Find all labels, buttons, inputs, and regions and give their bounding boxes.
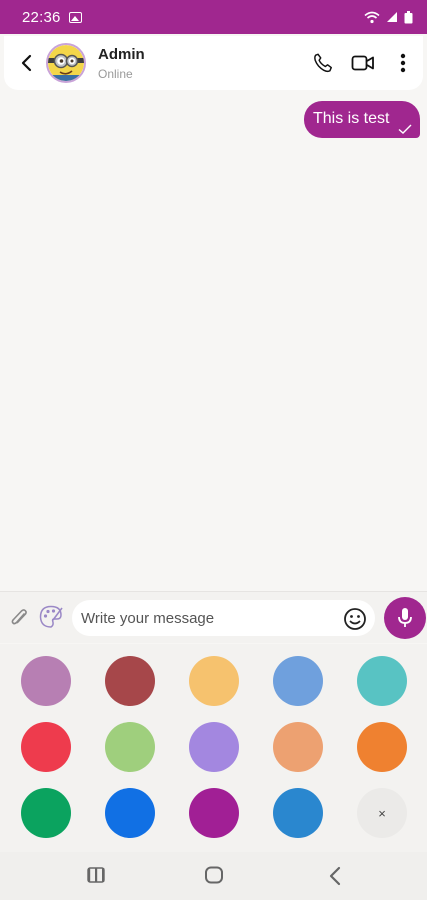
- video-call-button[interactable]: [343, 43, 383, 83]
- wifi-icon: [364, 11, 380, 23]
- back-arrow-icon: [21, 54, 32, 72]
- emoji-button[interactable]: [343, 607, 367, 636]
- status-time: 22:36: [22, 8, 61, 26]
- color-swatch[interactable]: [105, 656, 155, 706]
- contact-avatar[interactable]: [46, 43, 86, 83]
- message-composer: [0, 591, 427, 643]
- color-swatch[interactable]: [105, 788, 155, 838]
- close-icon: ×: [378, 805, 386, 821]
- contact-status: Online: [98, 66, 133, 81]
- contact-name: Admin: [98, 45, 145, 63]
- voice-call-button[interactable]: [303, 43, 343, 83]
- chat-header: Admin Online: [4, 36, 423, 90]
- battery-icon: [404, 10, 413, 23]
- outgoing-message-bubble[interactable]: This is test: [304, 101, 420, 138]
- color-palette-button[interactable]: [38, 604, 64, 635]
- signal-icon: [387, 12, 397, 22]
- color-palette-panel: ×: [0, 644, 427, 852]
- message-input[interactable]: [72, 600, 375, 636]
- more-options-button[interactable]: [383, 43, 423, 83]
- color-swatch[interactable]: [189, 656, 239, 706]
- image-notification-icon: [68, 11, 82, 23]
- color-swatch[interactable]: [21, 722, 71, 772]
- voice-record-button[interactable]: [384, 597, 426, 639]
- color-swatch[interactable]: [105, 722, 155, 772]
- home-button[interactable]: [204, 866, 224, 889]
- minion-avatar-icon: [48, 45, 84, 81]
- color-swatch[interactable]: [273, 656, 323, 706]
- color-swatch[interactable]: [21, 656, 71, 706]
- contact-info[interactable]: Admin Online: [98, 46, 145, 81]
- palette-brush-icon: [39, 605, 63, 628]
- phone-icon: [314, 53, 332, 73]
- message-text: This is test: [313, 110, 390, 127]
- home-icon: [205, 866, 223, 884]
- color-swatch[interactable]: [189, 788, 239, 838]
- more-vertical-icon: [400, 53, 406, 73]
- color-swatch[interactable]: [273, 722, 323, 772]
- microphone-icon: [398, 608, 412, 627]
- back-nav-icon: [329, 866, 341, 886]
- color-swatch[interactable]: [21, 788, 71, 838]
- close-palette-button[interactable]: ×: [357, 788, 407, 838]
- header-actions: [303, 43, 423, 83]
- back-button[interactable]: [6, 36, 46, 90]
- color-swatch[interactable]: [357, 656, 407, 706]
- smiley-icon: [344, 608, 366, 630]
- recent-apps-icon: [87, 867, 105, 883]
- back-nav-button[interactable]: [327, 866, 343, 891]
- color-swatch[interactable]: [357, 722, 407, 772]
- paperclip-icon: [11, 609, 27, 625]
- sent-check-icon: [398, 124, 412, 134]
- status-bar: 22:36: [0, 0, 427, 34]
- video-camera-icon: [351, 55, 374, 71]
- color-swatch[interactable]: [189, 722, 239, 772]
- attach-button[interactable]: [9, 607, 29, 634]
- recent-apps-button[interactable]: [86, 866, 106, 889]
- color-swatch[interactable]: [273, 788, 323, 838]
- status-indicators: [364, 10, 413, 24]
- system-nav-bar: [0, 852, 427, 900]
